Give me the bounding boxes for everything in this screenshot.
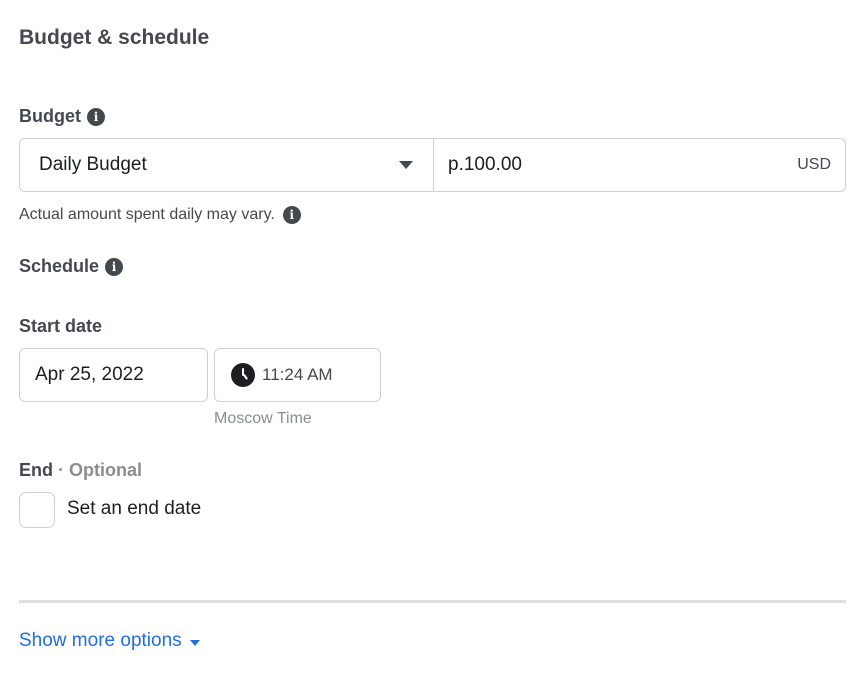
budget-label-row: Budget i xyxy=(19,106,105,127)
start-date-label: Start date xyxy=(19,316,102,337)
currency-label: USD xyxy=(797,156,831,173)
start-date-value: Apr 25, 2022 xyxy=(35,364,144,385)
schedule-label-row: Schedule i xyxy=(19,256,124,277)
hint-info-icon[interactable]: i xyxy=(282,206,301,224)
divider xyxy=(19,600,846,603)
schedule-info-icon[interactable]: i xyxy=(105,257,124,276)
end-label-text: End xyxy=(19,460,53,480)
caret-down-icon xyxy=(189,639,200,646)
start-time-value: 11:24 AM xyxy=(262,365,333,384)
budget-amount-field: USD xyxy=(434,139,845,191)
start-time-input[interactable]: 11:24 AM xyxy=(214,348,381,402)
budget-amount-input[interactable] xyxy=(448,154,748,176)
section-title: Budget & schedule xyxy=(19,26,210,49)
chevron-down-icon xyxy=(399,161,413,169)
show-more-options-label: Show more options xyxy=(19,630,182,651)
budget-type-selected: Daily Budget xyxy=(39,154,147,175)
budget-schedule-card: Budget & schedule Budget i Daily Budget … xyxy=(0,0,866,679)
end-label: End · Optional xyxy=(19,460,142,481)
budget-info-icon[interactable]: i xyxy=(87,107,105,126)
clock-icon xyxy=(231,363,255,387)
budget-type-dropdown[interactable]: Daily Budget xyxy=(20,139,434,191)
end-date-checkbox-label[interactable]: Set an end date xyxy=(67,498,201,520)
start-date-label-text: Start date xyxy=(19,316,103,336)
schedule-label: Schedule xyxy=(19,256,100,276)
show-more-options-link[interactable]: Show more options xyxy=(19,630,200,652)
timezone-label: Moscow Time xyxy=(214,410,312,427)
budget-label: Budget xyxy=(19,106,81,126)
end-optional-text: · Optional xyxy=(53,460,142,480)
start-date-input[interactable]: Apr 25, 2022 xyxy=(19,348,208,402)
budget-hint-row: Actual amount spent daily may vary. i xyxy=(19,206,301,224)
budget-input-group: Daily Budget USD xyxy=(19,138,846,192)
budget-hint: Actual amount spent daily may vary. xyxy=(19,206,275,223)
end-date-checkbox[interactable] xyxy=(19,492,55,528)
